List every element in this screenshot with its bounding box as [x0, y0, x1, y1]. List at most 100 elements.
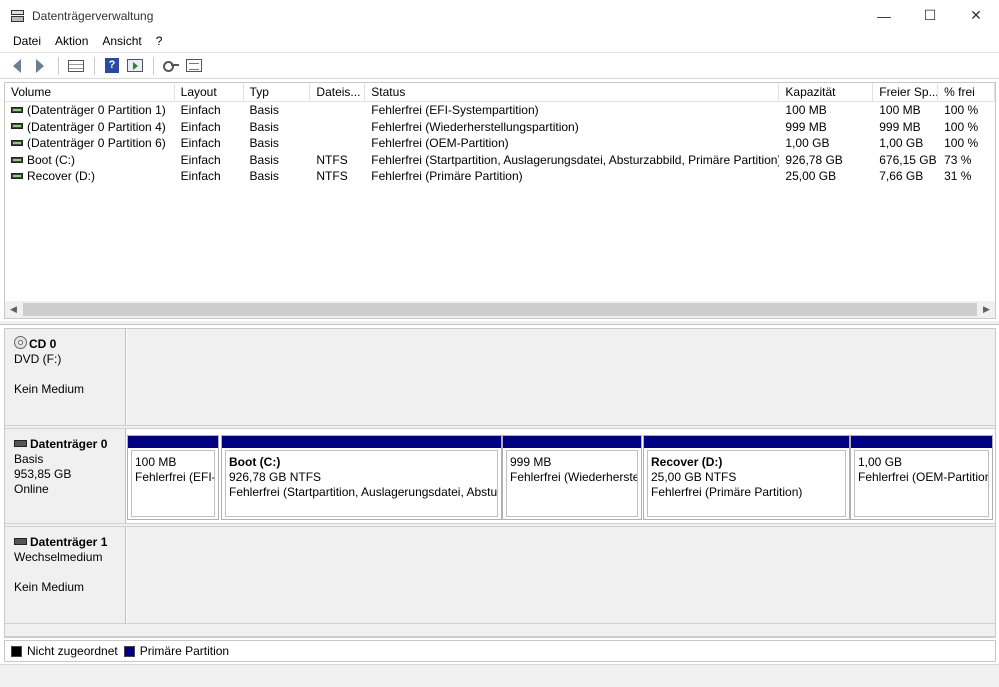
disk-info-cd0[interactable]: CD 0 DVD (F:) Kein Medium	[5, 329, 126, 425]
disk-info-disk0[interactable]: Datenträger 0 Basis 953,85 GB Online	[5, 429, 126, 523]
partition-status: Fehlerfrei (EFI-Systempartition)	[135, 470, 215, 484]
properties-button[interactable]	[183, 56, 205, 76]
menu-datei[interactable]: Datei	[6, 31, 48, 51]
maximize-button[interactable]: ☐	[907, 0, 953, 31]
disk-empty-area	[127, 329, 995, 425]
disk-name-label: Datenträger 0	[14, 437, 125, 452]
toolbar-separator	[153, 56, 154, 75]
disk-list-icon	[68, 59, 84, 72]
legend: Nicht zugeordnet Primäre Partition	[4, 640, 996, 662]
window-title: Datenträgerverwaltung	[32, 8, 154, 23]
partition-oem[interactable]: 1,00 GB Fehlerfrei (OEM-Partition)	[850, 435, 993, 520]
partition-body: 999 MB Fehlerfrei (Wiederherstellungspar…	[506, 450, 638, 517]
volume-list: Volume Layout Typ Dateis... Status Kapaz…	[4, 82, 996, 319]
partition-boot-c[interactable]: Boot (C:) 926,78 GB NTFS Fehlerfrei (Sta…	[221, 435, 502, 520]
cell-layout: Einfach	[180, 119, 221, 134]
disk-type: Basis	[14, 452, 44, 466]
cell-layout: Einfach	[180, 136, 221, 151]
properties-icon	[186, 59, 202, 72]
help-button[interactable]: ?	[101, 56, 123, 76]
column-volume[interactable]: Volume	[5, 83, 175, 102]
disk-type: DVD (F:)	[14, 352, 62, 366]
cell-free-space: 999 MB	[879, 119, 921, 134]
disk-info-disk1[interactable]: Datenträger 1 Wechselmedium Kein Medium	[5, 527, 126, 623]
scroll-right-button[interactable]: ▶	[978, 301, 995, 318]
partition-size: 1,00 GB	[858, 455, 903, 469]
table-row[interactable]: (Datenträger 0 Partition 1) Einfach Basi…	[5, 102, 995, 119]
partition-status: Fehlerfrei (Primäre Partition)	[651, 485, 803, 499]
partition-size: 25,00 GB NTFS	[651, 470, 737, 484]
rescan-button[interactable]	[160, 56, 182, 76]
menu-ansicht[interactable]: Ansicht	[95, 31, 148, 51]
partition-recover-d[interactable]: Recover (D:) 25,00 GB NTFS Fehlerfrei (P…	[643, 435, 850, 520]
cell-layout: Einfach	[180, 103, 221, 117]
disk-management-icon	[10, 8, 26, 24]
table-row[interactable]: Recover (D:) Einfach Basis NTFS Fehlerfr…	[5, 168, 995, 185]
cell-typ: Basis	[249, 136, 279, 151]
cell-percent-free: 100 %	[944, 119, 979, 134]
partition-title: Recover (D:)	[651, 455, 723, 469]
column-status[interactable]: Status	[365, 83, 780, 102]
partition-body: 100 MB Fehlerfrei (EFI-Systempartition)	[131, 450, 215, 517]
toolbar-separator	[94, 56, 95, 75]
cell-typ: Basis	[249, 103, 279, 117]
cell-typ: Basis	[249, 152, 279, 167]
cell-free-space: 1,00 GB	[879, 136, 924, 151]
table-row[interactable]: (Datenträger 0 Partition 6) Einfach Basi…	[5, 135, 995, 152]
show-hide-console-tree-button[interactable]	[65, 56, 87, 76]
menu-aktion[interactable]: Aktion	[48, 31, 95, 51]
disk-name: Datenträger 1	[30, 535, 108, 549]
forward-arrow-icon	[36, 58, 44, 73]
column-typ[interactable]: Typ	[244, 83, 311, 102]
horizontal-scrollbar[interactable]: ◀ ▶	[5, 301, 995, 318]
cell-volume: (Datenträger 0 Partition 6)	[5, 135, 175, 152]
forward-button[interactable]	[29, 56, 51, 76]
disk-row-cd0: CD 0 DVD (F:) Kein Medium	[5, 329, 995, 425]
partition-recovery[interactable]: 999 MB Fehlerfrei (Wiederherstellungspar…	[502, 435, 642, 520]
minimize-button[interactable]: —	[861, 0, 907, 31]
table-row[interactable]: Boot (C:) Einfach Basis NTFS Fehlerfrei …	[5, 152, 995, 169]
disk-row-disk0: Datenträger 0 Basis 953,85 GB Online 100…	[5, 429, 995, 523]
legend-label-primary: Primäre Partition	[139, 644, 230, 658]
action-pane-button[interactable]	[124, 56, 146, 76]
cell-filesystem	[310, 119, 365, 136]
column-filesystem[interactable]: Dateis...	[310, 83, 366, 102]
column-free-space[interactable]: Freier Sp...	[873, 83, 939, 102]
removable-disk-icon	[14, 538, 27, 546]
back-button[interactable]	[6, 56, 28, 76]
disk-name: CD 0	[29, 337, 57, 351]
cell-volume: (Datenträger 0 Partition 4)	[5, 119, 175, 136]
column-capacity[interactable]: Kapazität	[779, 83, 874, 102]
disk-name: Datenträger 0	[30, 437, 108, 451]
cell-typ: Basis	[249, 169, 279, 184]
column-percent-free[interactable]: % frei	[938, 83, 995, 102]
cell-volume: Recover (D:)	[5, 168, 175, 185]
menu-help[interactable]: ?	[149, 31, 170, 51]
scroll-thumb[interactable]	[23, 303, 977, 316]
pane-splitter[interactable]	[0, 321, 999, 325]
cell-layout: Einfach	[180, 169, 221, 184]
action-pane-icon	[127, 59, 143, 72]
table-row[interactable]: (Datenträger 0 Partition 4) Einfach Basi…	[5, 119, 995, 136]
hard-disk-icon	[14, 440, 27, 448]
volume-icon	[11, 106, 23, 113]
cell-capacity: 1,00 GB	[785, 136, 830, 151]
cd-drive-icon	[14, 336, 27, 350]
title-bar: Datenträgerverwaltung — ☐ ✕	[0, 0, 999, 31]
cell-filesystem	[310, 102, 365, 119]
close-button[interactable]: ✕	[953, 0, 999, 31]
legend-swatch-unallocated	[11, 645, 22, 657]
window-controls: — ☐ ✕	[861, 0, 999, 31]
disk-graphical-view: CD 0 DVD (F:) Kein Medium Datenträger 0 …	[4, 328, 996, 638]
volume-icon	[11, 156, 23, 163]
cell-layout: Einfach	[180, 152, 221, 167]
partition-body: 1,00 GB Fehlerfrei (OEM-Partition)	[854, 450, 989, 517]
disk-name-label: CD 0	[14, 336, 125, 352]
scroll-left-button[interactable]: ◀	[5, 301, 22, 318]
rescan-key-icon	[163, 60, 179, 72]
disk-status: Online	[14, 482, 49, 496]
column-layout[interactable]: Layout	[175, 83, 244, 102]
cell-status: Fehlerfrei (Wiederherstellungspartition)	[371, 119, 579, 134]
partition-bar	[503, 436, 641, 448]
partition-efi[interactable]: 100 MB Fehlerfrei (EFI-Systempartition)	[127, 435, 219, 520]
